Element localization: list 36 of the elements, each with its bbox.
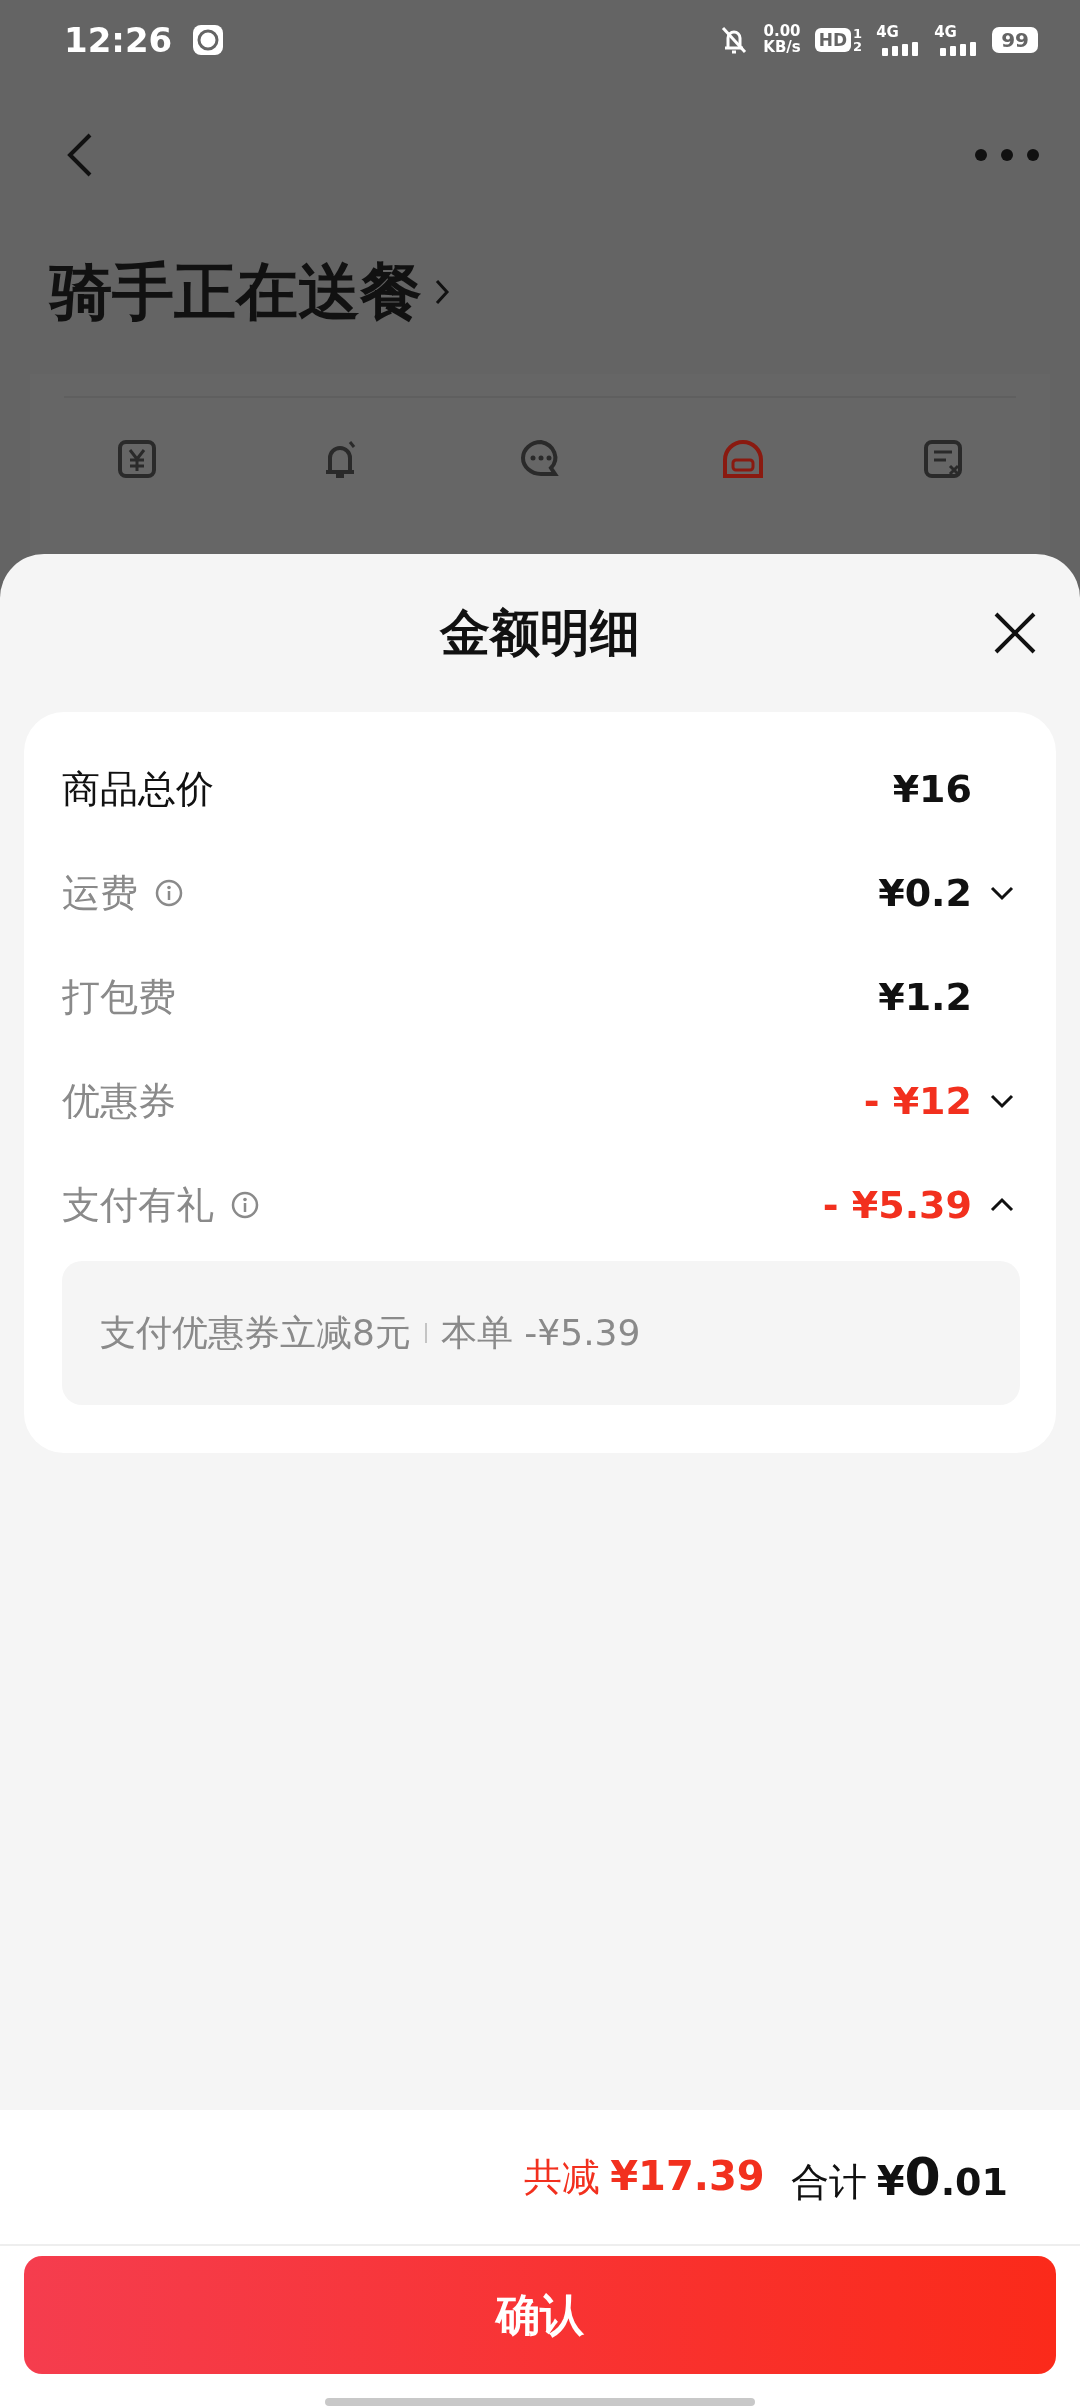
chevron-right-icon [434,277,450,307]
sheet-title: 金额明细 [440,602,640,664]
chevron-down-icon[interactable] [989,884,1015,902]
chevron-up-icon[interactable] [989,1196,1015,1214]
detail-amount: 本单 -¥5.39 [440,1310,641,1355]
confirm-button[interactable]: 确认 [24,2256,1056,2374]
info-icon[interactable] [154,878,184,908]
savings-amount: ¥17.39 [610,2152,765,2199]
order-status-title[interactable]: 骑手正在送餐 [50,250,422,334]
status-time: 12:26 [64,20,173,60]
row-label: 打包费 [62,973,176,1021]
info-icon[interactable] [230,1190,260,1220]
row-amount: ¥0.2 [878,871,972,915]
row-label: 支付有礼 [62,1181,214,1229]
total-label: 合计 [790,2158,867,2206]
sim-label: 1 [853,27,863,40]
net-unit: KB/s [763,40,801,56]
savings-label: 共减 [524,2153,601,2201]
row-amount: - ¥5.39 [822,1183,972,1227]
battery-indicator: 99 [992,27,1038,53]
chevron-down-icon[interactable] [989,1092,1015,1110]
row-label: 优惠券 [62,1077,176,1125]
sim-label: 2 [853,40,863,53]
row-amount: - ¥12 [863,1079,972,1123]
hd-badge: HD [814,28,852,52]
row-label: 运费 [62,869,138,917]
row-label: 商品总价 [62,765,214,813]
more-icon[interactable] [974,148,1040,162]
net-speed: 0.00 [763,24,801,40]
network-label: 4G [934,24,957,40]
row-amount: ¥16 [892,767,972,811]
row-amount: ¥1.2 [878,975,972,1019]
total-amount: ¥0.01 [876,2146,1008,2207]
detail-text: 支付优惠券立减8元 [100,1310,411,1355]
network-label: 4G [876,24,899,40]
hand-icon [192,24,225,56]
